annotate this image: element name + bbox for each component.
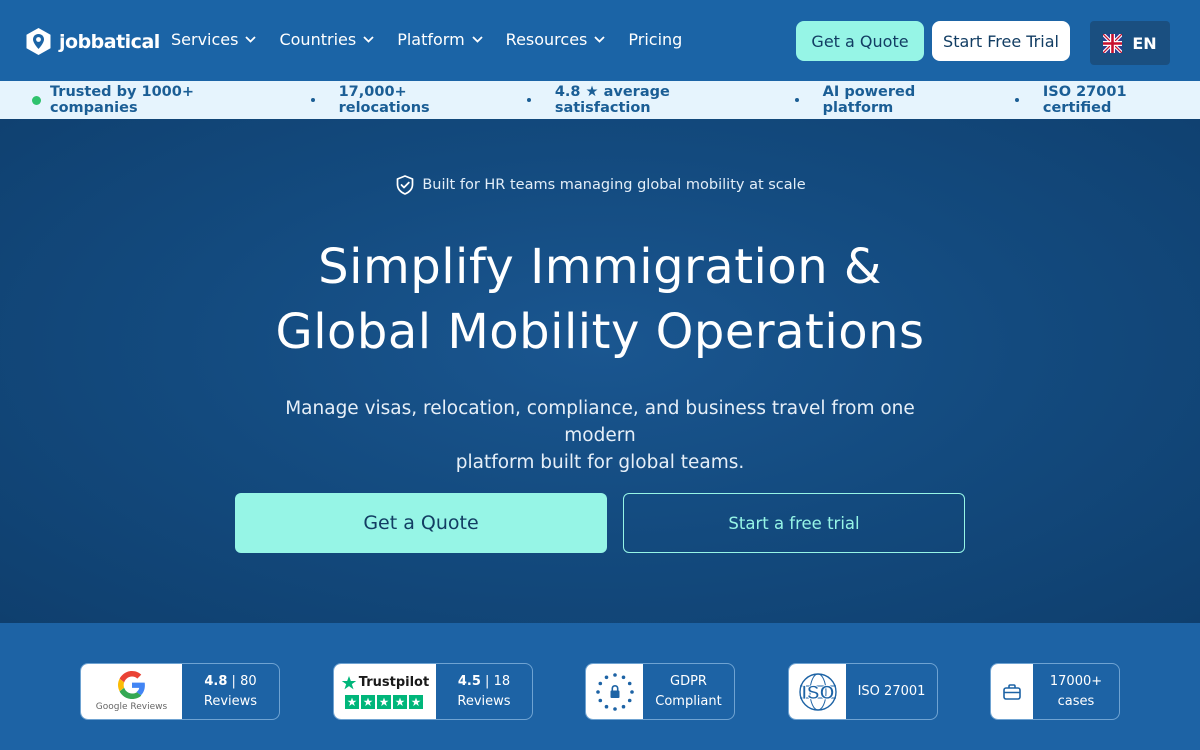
uk-flag-icon — [1103, 33, 1123, 53]
logo-icon — [26, 28, 51, 55]
google-reviews-label: Google Reviews — [95, 702, 168, 712]
subhead-line-1: Manage visas, relocation, compliance, an… — [285, 398, 915, 446]
cases-badge[interactable]: 17000+ cases — [990, 663, 1120, 720]
trustpilot-stars — [345, 694, 425, 709]
trust-strip: Trusted by 1000+ companies 17,000+ reloc… — [0, 81, 1200, 119]
menu-resources[interactable]: Resources — [506, 30, 606, 49]
hero-section: Built for HR teams managing global mobil… — [0, 119, 1200, 623]
main-menu: Services Countries Platform Resources Pr… — [171, 30, 705, 49]
rating-separator: | — [231, 673, 236, 689]
chevron-down-icon — [245, 36, 257, 43]
status-dot — [32, 95, 41, 105]
trustpilot-review-unit: Reviews — [457, 693, 511, 709]
language-selector[interactable]: EN — [1090, 21, 1170, 65]
iso-globe-icon: ISO — [798, 672, 837, 711]
bullet-separator — [794, 98, 799, 102]
cases-label: cases — [1057, 693, 1095, 709]
bullet-separator — [1014, 98, 1019, 102]
trust-item: Trusted by 1000+ companies — [50, 84, 194, 116]
bullet-separator — [526, 98, 531, 102]
nav-start-trial-button[interactable]: Start Free Trial — [932, 21, 1070, 61]
trustpilot-wordmark: Trustpilot — [341, 675, 429, 691]
star-icon — [393, 694, 407, 709]
hero-start-trial-button[interactable]: Start a free trial — [623, 493, 965, 553]
headline-line-2: Global Mobility Operations — [275, 304, 925, 360]
trustpilot-rating: 4.5 — [457, 673, 481, 689]
cases-text: 17000+ cases — [1033, 664, 1119, 719]
menu-platform[interactable]: Platform — [397, 30, 483, 49]
menu-resources-label: Resources — [505, 30, 588, 49]
google-icon — [117, 671, 145, 699]
iso-label: ISO 27001 — [857, 683, 926, 699]
iso-badge[interactable]: ISO ISO 27001 — [788, 663, 938, 720]
brand-name: jobbatical — [59, 30, 160, 53]
google-logo: Google Reviews — [81, 664, 182, 719]
trust-item: ISO 27001 certified — [1042, 84, 1127, 116]
brand-logo-link[interactable]: jobbatical — [24, 27, 160, 56]
eu-lock-icon — [595, 672, 634, 711]
hero-get-quote-button[interactable]: Get a Quote — [235, 493, 607, 553]
gdpr-line-2: Compliant — [655, 693, 722, 709]
cases-logo — [991, 664, 1033, 719]
star-icon — [409, 694, 423, 709]
trustpilot-logo: Trustpilot — [334, 664, 436, 719]
trustpilot-badge[interactable]: Trustpilot 4.5 | 18 Reviews — [333, 663, 533, 720]
google-reviews-badge[interactable]: Google Reviews 4.8 | 80 Reviews — [80, 663, 280, 720]
language-code: EN — [1132, 33, 1157, 53]
menu-countries[interactable]: Countries — [279, 30, 374, 49]
rating-separator: | — [485, 673, 490, 689]
nav-get-quote-button[interactable]: Get a Quote — [796, 21, 924, 61]
eyebrow-text: Built for HR teams managing global mobil… — [422, 177, 806, 193]
star-icon — [377, 694, 391, 709]
subhead-line-2: platform built for global teams. — [455, 452, 745, 473]
headline-line-1: Simplify Immigration & — [318, 239, 882, 295]
cases-count: 17000+ — [1049, 673, 1103, 689]
chevron-down-icon — [594, 36, 606, 43]
hero-eyebrow: Built for HR teams managing global mobil… — [0, 174, 1200, 196]
page-title: Simplify Immigration & Global Mobility O… — [0, 235, 1200, 365]
menu-services-label: Services — [171, 30, 239, 49]
menu-pricing[interactable]: Pricing — [628, 30, 682, 49]
trust-item: 4.8 ★ average satisfaction — [554, 84, 670, 116]
gdpr-logo — [586, 664, 643, 719]
google-rating: 4.8 — [204, 673, 228, 689]
iso-logo: ISO — [789, 664, 846, 719]
google-rating-text: 4.8 | 80 Reviews — [182, 664, 279, 719]
gdpr-text: GDPR Compliant — [643, 664, 734, 719]
menu-platform-label: Platform — [397, 30, 465, 49]
iso-text: ISO 27001 — [846, 664, 937, 719]
briefcase-icon — [1003, 683, 1021, 700]
chevron-down-icon — [363, 36, 374, 43]
star-icon — [345, 694, 359, 709]
chevron-down-icon — [472, 36, 483, 43]
menu-countries-label: Countries — [279, 30, 357, 49]
menu-services[interactable]: Services — [171, 30, 257, 49]
iso-logo-text: ISO — [801, 683, 834, 704]
star-icon — [361, 694, 375, 709]
trust-item: 17,000+ relocations — [338, 84, 430, 116]
gdpr-line-1: GDPR — [670, 673, 707, 689]
gdpr-badge[interactable]: GDPR Compliant — [585, 663, 735, 720]
menu-pricing-label: Pricing — [628, 30, 683, 49]
google-review-unit: Reviews — [203, 693, 258, 709]
trust-item: AI powered platform — [822, 84, 916, 116]
top-nav: jobbatical Services Countries Platform R… — [0, 0, 1200, 81]
trustpilot-rating-text: 4.5 | 18 Reviews — [436, 664, 532, 719]
star-icon — [341, 675, 356, 689]
trustpilot-review-count: 18 — [493, 673, 511, 689]
bullet-separator — [310, 98, 315, 102]
shield-check-icon — [397, 175, 414, 195]
trustpilot-name: Trustpilot — [358, 675, 430, 690]
hero-subheading: Manage visas, relocation, compliance, an… — [250, 395, 950, 476]
trust-badges: Google Reviews 4.8 | 80 Reviews Trustpil… — [0, 623, 1200, 750]
google-review-count: 80 — [240, 673, 257, 689]
